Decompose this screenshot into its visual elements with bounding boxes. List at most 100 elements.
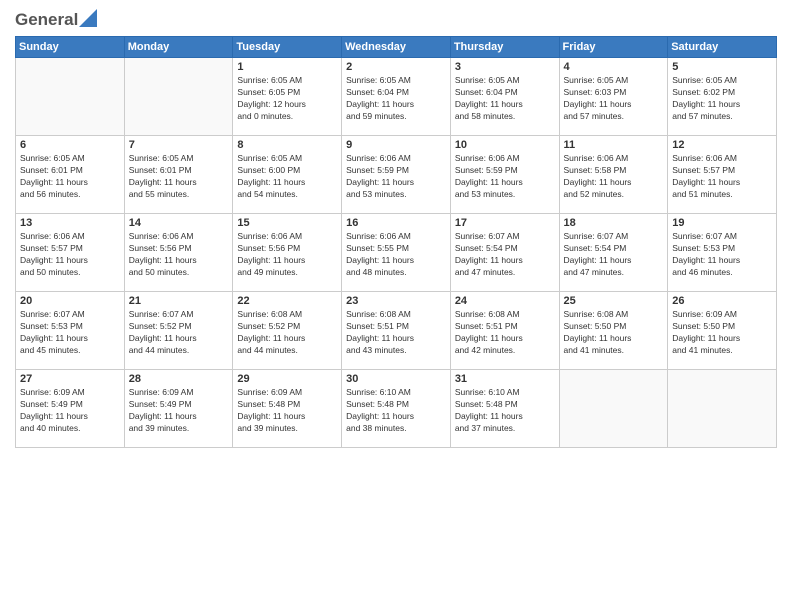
day-number: 24 [455,295,555,307]
day-number: 15 [237,217,337,229]
day-number: 20 [20,295,120,307]
weekday-header-friday: Friday [559,37,668,58]
calendar-cell: 29 Sunrise: 6:09 AM Sunset: 5:48 PM Dayli… [233,370,342,448]
calendar-cell [668,370,777,448]
day-info: Sunrise: 6:07 AM Sunset: 5:53 PM Dayligh… [672,231,772,279]
calendar-cell: 16 Sunrise: 6:06 AM Sunset: 5:55 PM Dayli… [342,214,451,292]
day-info: Sunrise: 6:06 AM Sunset: 5:57 PM Dayligh… [672,153,772,201]
calendar-cell [124,58,233,136]
day-number: 25 [564,295,664,307]
calendar-cell: 24 Sunrise: 6:08 AM Sunset: 5:51 PM Dayli… [450,292,559,370]
calendar-cell: 1 Sunrise: 6:05 AM Sunset: 6:05 PM Daylig… [233,58,342,136]
day-info: Sunrise: 6:06 AM Sunset: 5:56 PM Dayligh… [237,231,337,279]
calendar-week-1: 1 Sunrise: 6:05 AM Sunset: 6:05 PM Daylig… [16,58,777,136]
day-number: 30 [346,373,446,385]
day-info: Sunrise: 6:07 AM Sunset: 5:54 PM Dayligh… [455,231,555,279]
calendar-cell: 5 Sunrise: 6:05 AM Sunset: 6:02 PM Daylig… [668,58,777,136]
day-info: Sunrise: 6:09 AM Sunset: 5:50 PM Dayligh… [672,309,772,357]
day-info: Sunrise: 6:05 AM Sunset: 6:03 PM Dayligh… [564,75,664,123]
calendar-cell: 13 Sunrise: 6:06 AM Sunset: 5:57 PM Dayli… [16,214,125,292]
calendar-week-2: 6 Sunrise: 6:05 AM Sunset: 6:01 PM Daylig… [16,136,777,214]
logo-triangle-icon [79,9,97,27]
calendar-week-4: 20Sunrise: 6:07 AM Sunset: 5:53 PM Dayli… [16,292,777,370]
calendar-cell: 21 Sunrise: 6:07 AM Sunset: 5:52 PM Dayli… [124,292,233,370]
weekday-header-monday: Monday [124,37,233,58]
day-info: Sunrise: 6:09 AM Sunset: 5:49 PM Dayligh… [20,387,120,435]
calendar-cell: 4Sunrise: 6:05 AM Sunset: 6:03 PM Daylig… [559,58,668,136]
weekday-header-wednesday: Wednesday [342,37,451,58]
day-info: Sunrise: 6:06 AM Sunset: 5:55 PM Dayligh… [346,231,446,279]
day-info: Sunrise: 6:08 AM Sunset: 5:50 PM Dayligh… [564,309,664,357]
calendar-cell [16,58,125,136]
day-number: 13 [20,217,120,229]
weekday-header-tuesday: Tuesday [233,37,342,58]
page: General SundayMondayTuesdayWednesdayThur… [0,0,792,612]
day-info: Sunrise: 6:05 AM Sunset: 6:02 PM Dayligh… [672,75,772,123]
day-info: Sunrise: 6:05 AM Sunset: 6:05 PM Dayligh… [237,75,337,123]
calendar-cell: 14 Sunrise: 6:06 AM Sunset: 5:56 PM Dayli… [124,214,233,292]
day-number: 8 [237,139,337,151]
day-info: Sunrise: 6:06 AM Sunset: 5:59 PM Dayligh… [346,153,446,201]
calendar-cell: 28 Sunrise: 6:09 AM Sunset: 5:49 PM Dayli… [124,370,233,448]
calendar-cell: 20Sunrise: 6:07 AM Sunset: 5:53 PM Dayli… [16,292,125,370]
day-info: Sunrise: 6:09 AM Sunset: 5:49 PM Dayligh… [129,387,229,435]
day-info: Sunrise: 6:06 AM Sunset: 5:58 PM Dayligh… [564,153,664,201]
day-info: Sunrise: 6:05 AM Sunset: 6:04 PM Dayligh… [455,75,555,123]
day-number: 27 [20,373,120,385]
day-info: Sunrise: 6:08 AM Sunset: 5:51 PM Dayligh… [455,309,555,357]
day-number: 31 [455,373,555,385]
calendar-cell: 7Sunrise: 6:05 AM Sunset: 6:01 PM Daylig… [124,136,233,214]
day-number: 2 [346,61,446,73]
day-info: Sunrise: 6:05 AM Sunset: 6:00 PM Dayligh… [237,153,337,201]
day-info: Sunrise: 6:05 AM Sunset: 6:01 PM Dayligh… [20,153,120,201]
calendar-cell: 22Sunrise: 6:08 AM Sunset: 5:52 PM Dayli… [233,292,342,370]
calendar-cell: 15 Sunrise: 6:06 AM Sunset: 5:56 PM Dayli… [233,214,342,292]
header: General [15,10,777,30]
day-number: 29 [237,373,337,385]
day-number: 22 [237,295,337,307]
day-number: 28 [129,373,229,385]
calendar-cell: 25 Sunrise: 6:08 AM Sunset: 5:50 PM Dayli… [559,292,668,370]
day-number: 3 [455,61,555,73]
day-info: Sunrise: 6:10 AM Sunset: 5:48 PM Dayligh… [346,387,446,435]
day-number: 5 [672,61,772,73]
calendar-cell: 17Sunrise: 6:07 AM Sunset: 5:54 PM Dayli… [450,214,559,292]
day-info: Sunrise: 6:09 AM Sunset: 5:48 PM Dayligh… [237,387,337,435]
day-info: Sunrise: 6:06 AM Sunset: 5:57 PM Dayligh… [20,231,120,279]
day-number: 14 [129,217,229,229]
calendar-table: SundayMondayTuesdayWednesdayThursdayFrid… [15,36,777,448]
calendar-cell: 31Sunrise: 6:10 AM Sunset: 5:48 PM Dayli… [450,370,559,448]
day-number: 26 [672,295,772,307]
calendar-cell: 18 Sunrise: 6:07 AM Sunset: 5:54 PM Dayli… [559,214,668,292]
calendar-cell: 10 Sunrise: 6:06 AM Sunset: 5:59 PM Dayli… [450,136,559,214]
day-number: 7 [129,139,229,151]
calendar-cell: 6 Sunrise: 6:05 AM Sunset: 6:01 PM Daylig… [16,136,125,214]
calendar-cell: 3 Sunrise: 6:05 AM Sunset: 6:04 PM Daylig… [450,58,559,136]
calendar-cell: 26 Sunrise: 6:09 AM Sunset: 5:50 PM Dayli… [668,292,777,370]
calendar-cell: 12Sunrise: 6:06 AM Sunset: 5:57 PM Dayli… [668,136,777,214]
day-info: Sunrise: 6:06 AM Sunset: 5:59 PM Dayligh… [455,153,555,201]
day-info: Sunrise: 6:05 AM Sunset: 6:04 PM Dayligh… [346,75,446,123]
weekday-header-row: SundayMondayTuesdayWednesdayThursdayFrid… [16,37,777,58]
calendar-cell: 8 Sunrise: 6:05 AM Sunset: 6:00 PM Daylig… [233,136,342,214]
day-number: 1 [237,61,337,73]
calendar-week-3: 13 Sunrise: 6:06 AM Sunset: 5:57 PM Dayli… [16,214,777,292]
calendar-week-5: 27 Sunrise: 6:09 AM Sunset: 5:49 PM Dayli… [16,370,777,448]
day-number: 21 [129,295,229,307]
weekday-header-sunday: Sunday [16,37,125,58]
day-number: 18 [564,217,664,229]
day-number: 23 [346,295,446,307]
day-number: 16 [346,217,446,229]
day-number: 11 [564,139,664,151]
calendar-cell: 23Sunrise: 6:08 AM Sunset: 5:51 PM Dayli… [342,292,451,370]
day-info: Sunrise: 6:07 AM Sunset: 5:52 PM Dayligh… [129,309,229,357]
day-info: Sunrise: 6:06 AM Sunset: 5:56 PM Dayligh… [129,231,229,279]
day-number: 10 [455,139,555,151]
logo: General [15,10,97,30]
day-info: Sunrise: 6:07 AM Sunset: 5:54 PM Dayligh… [564,231,664,279]
weekday-header-saturday: Saturday [668,37,777,58]
calendar-cell: 2 Sunrise: 6:05 AM Sunset: 6:04 PM Daylig… [342,58,451,136]
day-number: 9 [346,139,446,151]
day-number: 6 [20,139,120,151]
calendar-cell [559,370,668,448]
